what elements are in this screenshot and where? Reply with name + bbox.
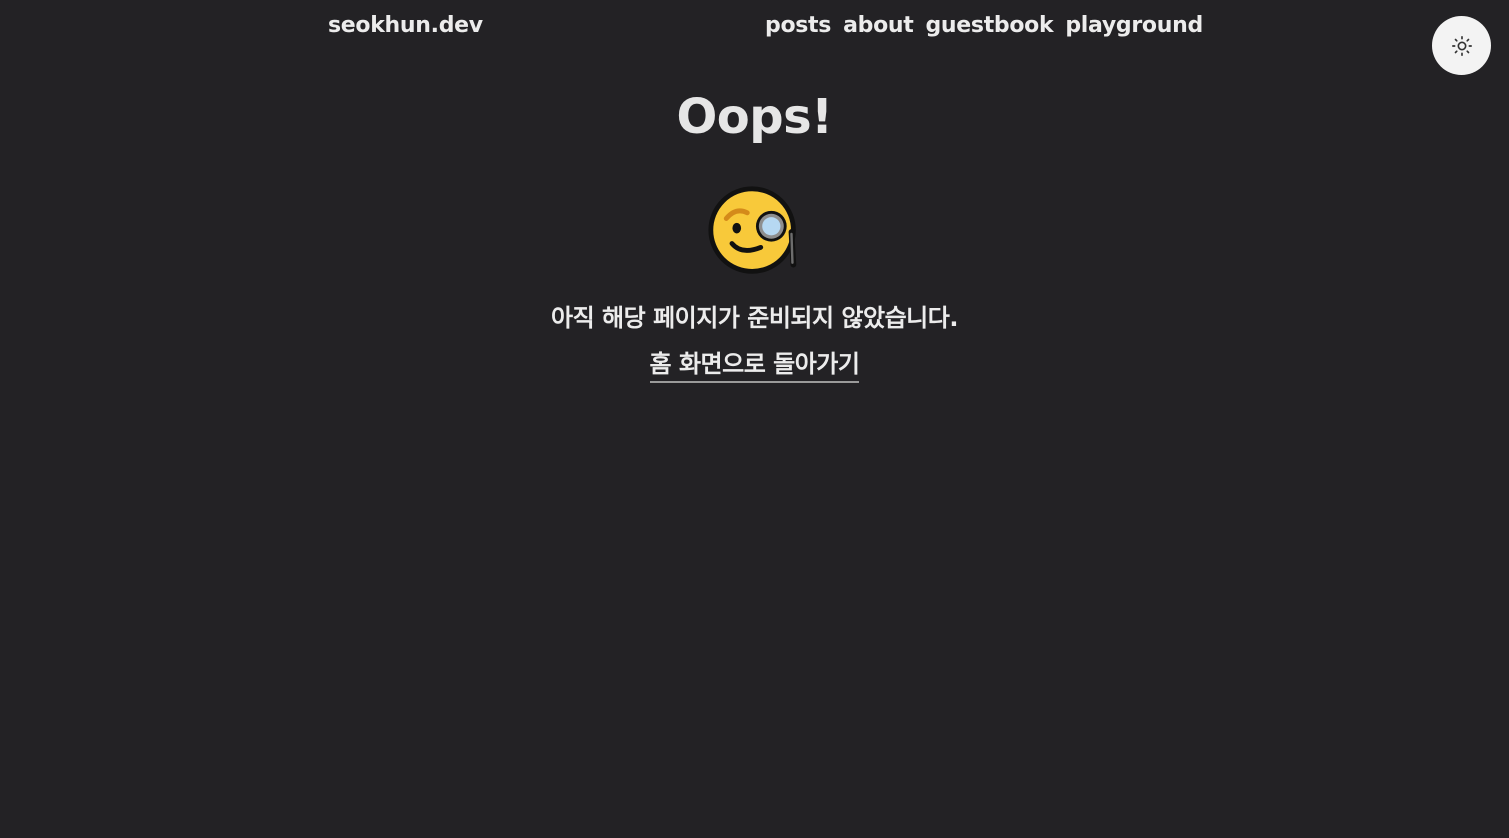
nav-item-guestbook[interactable]: guestbook [925, 12, 1053, 40]
not-found-content: Oops! 아직 해당 페이지가 준비되지 않았습니다. 홈 화면으로 돌아가기 [0, 84, 1509, 383]
nav-item-about[interactable]: about [843, 12, 914, 40]
nav-item-posts[interactable]: posts [765, 12, 831, 40]
back-to-home-link[interactable]: 홈 화면으로 돌아가기 [649, 348, 860, 383]
site-logo-link[interactable]: seokhun.dev [328, 12, 483, 40]
site-header: seokhun.dev posts about guestbook playgr… [0, 0, 1509, 75]
main-nav: posts about guestbook playground [765, 12, 1203, 40]
page-title: Oops! [676, 89, 833, 145]
theme-toggle-button[interactable] [1432, 16, 1491, 75]
not-ready-message: 아직 해당 페이지가 준비되지 않았습니다. [551, 304, 958, 332]
sun-icon [1451, 35, 1472, 56]
nav-item-playground[interactable]: playground [1065, 12, 1203, 40]
page: seokhun.dev posts about guestbook playgr… [0, 0, 1509, 838]
face-with-monocle-icon [707, 186, 796, 274]
